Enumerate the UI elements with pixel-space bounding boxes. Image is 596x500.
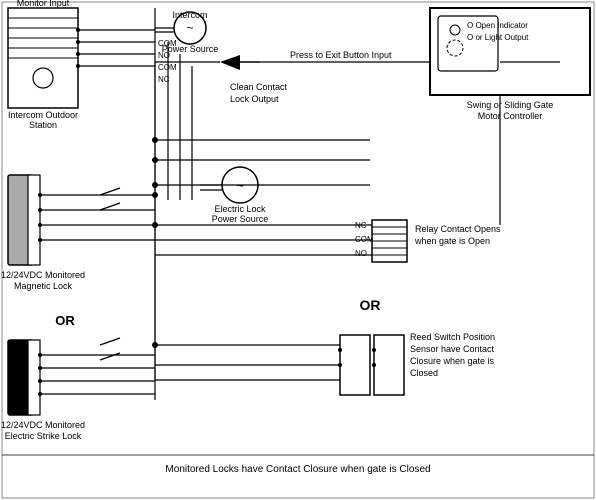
svg-text:NO: NO bbox=[158, 51, 170, 60]
svg-text:when gate is Open: when gate is Open bbox=[414, 236, 490, 246]
svg-text:~: ~ bbox=[186, 21, 193, 35]
svg-text:Station: Station bbox=[29, 120, 57, 130]
svg-text:12/24VDC Monitored: 12/24VDC Monitored bbox=[1, 270, 85, 280]
svg-text:Intercom Outdoor: Intercom Outdoor bbox=[8, 110, 78, 120]
svg-text:OR: OR bbox=[360, 297, 381, 313]
svg-text:NC: NC bbox=[158, 75, 170, 84]
svg-text:O Open Indicator: O Open Indicator bbox=[467, 21, 528, 30]
svg-text:Clean Contact: Clean Contact bbox=[230, 82, 288, 92]
svg-text:Magnetic Lock: Magnetic Lock bbox=[14, 281, 73, 291]
svg-text:NO: NO bbox=[355, 249, 367, 258]
svg-text:Sensor have Contact: Sensor have Contact bbox=[410, 344, 495, 354]
svg-text:Closure when gate is: Closure when gate is bbox=[410, 356, 495, 366]
svg-text:COM: COM bbox=[158, 39, 177, 48]
svg-text:O or Light Output: O or Light Output bbox=[467, 33, 529, 42]
svg-text:Power Source: Power Source bbox=[212, 214, 269, 224]
svg-text:Lock Output: Lock Output bbox=[230, 94, 279, 104]
svg-text:Motor Controller: Motor Controller bbox=[478, 111, 543, 121]
svg-text:Press to Exit Button Input: Press to Exit Button Input bbox=[290, 50, 392, 60]
svg-text:Intercom: Intercom bbox=[172, 10, 207, 20]
svg-text:Electric Strike Lock: Electric Strike Lock bbox=[5, 431, 82, 441]
svg-text:COM: COM bbox=[158, 63, 177, 72]
svg-text:Closed: Closed bbox=[410, 368, 438, 378]
svg-text:Monitor Input: Monitor Input bbox=[17, 0, 70, 8]
svg-text:Reed Switch Position: Reed Switch Position bbox=[410, 332, 495, 342]
svg-text:Relay Contact Opens: Relay Contact Opens bbox=[415, 224, 501, 234]
svg-text:12/24VDC Monitored: 12/24VDC Monitored bbox=[1, 420, 85, 430]
svg-text:Monitored Locks have Contact C: Monitored Locks have Contact Closure whe… bbox=[165, 464, 430, 475]
svg-text:Swing or Sliding Gate: Swing or Sliding Gate bbox=[467, 100, 554, 110]
svg-text:Electric Lock: Electric Lock bbox=[214, 204, 266, 214]
svg-text:OR: OR bbox=[55, 313, 75, 328]
wiring-diagram: Monitor Input Intercom Outdoor Station ~… bbox=[0, 0, 596, 500]
